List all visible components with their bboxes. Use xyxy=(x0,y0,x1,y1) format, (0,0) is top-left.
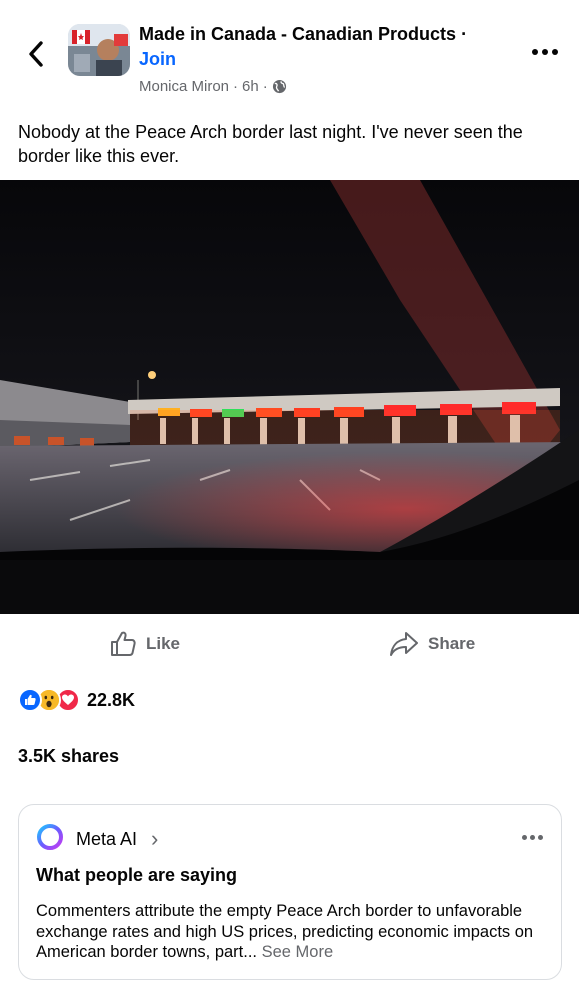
chevron-left-icon xyxy=(29,41,43,67)
group-name-link[interactable]: Made in Canada - Canadian Products xyxy=(139,24,456,44)
like-button[interactable]: Like xyxy=(108,626,180,662)
reaction-count[interactable]: 22.8K xyxy=(87,690,135,711)
more-dot xyxy=(537,834,543,840)
meta-ai-more-button[interactable] xyxy=(517,829,547,845)
post-time[interactable]: 6h xyxy=(242,78,259,95)
share-count[interactable]: 3.5K shares xyxy=(18,746,119,767)
group-avatar[interactable] xyxy=(68,24,130,76)
meta-dot: · xyxy=(262,78,268,95)
like-label: Like xyxy=(146,634,181,653)
more-options-button[interactable] xyxy=(528,40,562,64)
share-arrow-icon xyxy=(390,632,418,656)
post-photo[interactable] xyxy=(0,180,579,614)
more-dot xyxy=(521,834,527,840)
globe-icon xyxy=(272,79,286,94)
meta-ai-link[interactable]: Meta AI › xyxy=(76,826,158,852)
share-label: Share xyxy=(428,634,476,653)
post-actions: Like Share xyxy=(0,618,579,670)
author-name[interactable]: Monica Miron xyxy=(139,78,229,95)
more-dot xyxy=(552,49,558,55)
reactions-summary[interactable]: 22.8K xyxy=(18,686,135,714)
more-dot xyxy=(529,834,535,840)
title-separator: · xyxy=(456,24,468,44)
meta-ai-title: What people are saying xyxy=(36,865,238,885)
more-dot xyxy=(532,49,538,55)
group-title: Made in Canada - Canadian Products · Joi… xyxy=(139,22,509,72)
meta-dot: · xyxy=(233,78,239,95)
chevron-right-icon: › xyxy=(151,826,159,851)
meta-ai-summary: Commenters attribute the empty Peace Arc… xyxy=(36,901,551,963)
join-button[interactable]: Join xyxy=(139,49,176,69)
post-header: Made in Canada - Canadian Products · Joi… xyxy=(0,0,579,110)
meta-ai-name: Meta AI xyxy=(76,828,138,849)
post-text: Nobody at the Peace Arch border last nig… xyxy=(18,122,523,166)
border-crossing-photo xyxy=(0,180,579,614)
post-meta: Monica Miron · 6h · xyxy=(139,78,287,95)
share-button[interactable]: Share xyxy=(388,626,475,662)
like-reaction-icon xyxy=(18,688,42,712)
more-dot xyxy=(542,49,548,55)
thumbs-up-icon xyxy=(111,631,136,656)
back-button[interactable] xyxy=(22,38,50,70)
meta-ai-card[interactable]: Meta AI › What people are saying Comment… xyxy=(18,804,562,980)
meta-ai-logo-icon xyxy=(37,824,63,850)
see-more-link[interactable]: See More xyxy=(262,943,334,961)
